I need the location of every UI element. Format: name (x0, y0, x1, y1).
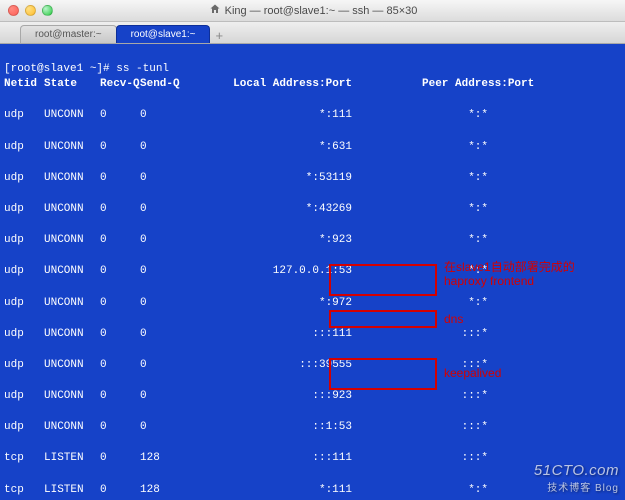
table-row: udpUNCONN00*:111*:* (4, 108, 621, 124)
col-netid: Netid (4, 77, 44, 93)
col-state: State (44, 77, 100, 93)
terminal-output: [root@slave1 ~]# ss -tunl NetidStateRecv… (4, 46, 621, 500)
table-row: udpUNCONN00*:43269*:* (4, 202, 621, 218)
table-row: udpUNCONN00:::923:::* (4, 389, 621, 405)
col-peer: Peer Address:Port (422, 77, 488, 93)
tab-slave1[interactable]: root@slave1:~ (116, 25, 211, 43)
table-row: udpUNCONN00127.0.0.1:53*:* (4, 264, 621, 280)
table-row: udpUNCONN00*:923*:* (4, 233, 621, 249)
terminal-area[interactable]: [root@slave1 ~]# ss -tunl NetidStateRecv… (0, 44, 625, 500)
table-row: udpUNCONN00::1:53:::* (4, 420, 621, 436)
table-row: udpUNCONN00*:53119*:* (4, 171, 621, 187)
minimize-icon[interactable] (25, 5, 36, 16)
titlebar: King — root@slave1:~ — ssh — 85×30 (0, 0, 625, 22)
col-local: Local Address:Port (192, 77, 352, 93)
table-row: tcpLISTEN0128*:111*:* (4, 483, 621, 499)
col-sendq: Send-Q (140, 77, 192, 93)
table-row: udpUNCONN00*:972*:* (4, 296, 621, 312)
zoom-icon[interactable] (42, 5, 53, 16)
table-row: udpUNCONN00:::39555:::* (4, 358, 621, 374)
window-title: King — root@slave1:~ — ssh — 85×30 (225, 5, 418, 17)
col-recvq: Recv-Q (100, 77, 140, 93)
command: ss -tunl (116, 63, 169, 75)
close-icon[interactable] (8, 5, 19, 16)
tab-master[interactable]: root@master:~ (20, 25, 117, 43)
table-row: udpUNCONN00*:631*:* (4, 140, 621, 156)
table-row: tcpLISTEN0128:::111:::* (4, 451, 621, 467)
tab-add-button[interactable]: + (209, 28, 229, 43)
watermark: 51CTO.com 技术博客 Blog (534, 462, 619, 494)
home-icon (209, 3, 221, 18)
tabbar: root@master:~ root@slave1:~ + (0, 22, 625, 44)
terminal-window: King — root@slave1:~ — ssh — 85×30 root@… (0, 0, 625, 500)
traffic-lights (8, 5, 53, 16)
table-row: udpUNCONN00:::111:::* (4, 327, 621, 343)
prompt: [root@slave1 ~]# (4, 63, 116, 75)
